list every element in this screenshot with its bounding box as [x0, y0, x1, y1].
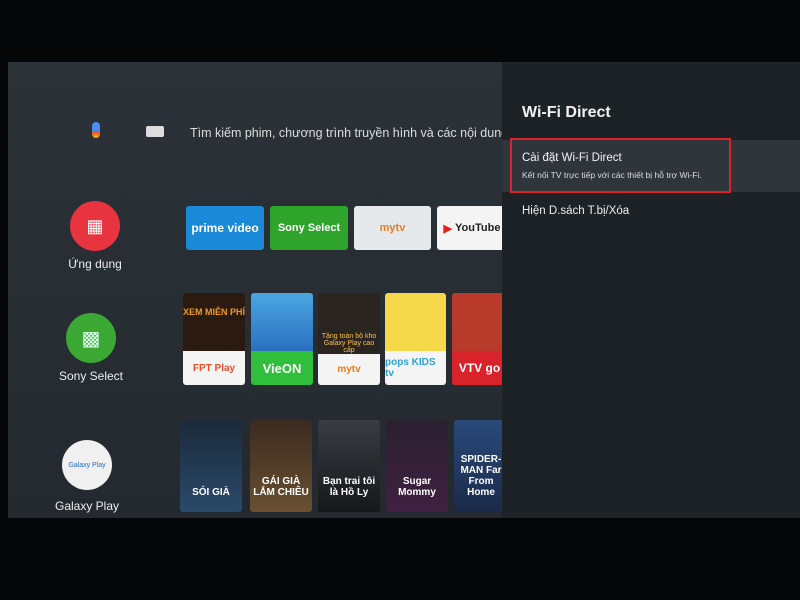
option-label: Cài đặt Wi-Fi Direct	[522, 152, 622, 164]
youtube-label: YouTube	[455, 222, 501, 234]
movie-tile[interactable]: SPIDER-MAN Far From Home	[454, 420, 508, 512]
channel-tile-fpt-play[interactable]: XEM MIỄN PHÍ FPT Play	[183, 293, 245, 385]
movie-tile[interactable]: Sugar Mommy	[386, 420, 448, 512]
sony-select-label: Sony Select	[58, 369, 124, 383]
app-tile-youtube[interactable]: ▶ YouTube	[437, 206, 507, 250]
galaxy-play-logo: Galaxy Play	[68, 461, 106, 469]
apps-label: Ứng dụng	[68, 257, 122, 271]
show-device-list-option[interactable]: Hiện D.sách T.bị/Xóa	[522, 205, 629, 217]
channel-label: VieON	[251, 351, 313, 385]
channel-label: VTV go	[452, 351, 507, 385]
app-tile-sony-select[interactable]: Sony Select	[270, 206, 348, 250]
channel-promo: XEM MIỄN PHÍ	[183, 293, 245, 351]
option-subtitle: Kết nối TV trực tiếp với các thiết bị hỗ…	[522, 170, 702, 180]
panel-title: Wi-Fi Direct	[522, 104, 611, 121]
movie-tile[interactable]: SÓI GIÀ	[180, 420, 242, 512]
apps-button[interactable]: ▦	[70, 201, 120, 251]
sony-select-button[interactable]: ▩	[66, 313, 116, 363]
sony-select-icon: ▩	[81, 327, 101, 350]
movie-tile[interactable]: GÁI GIÀ LẮM CHIÊU	[250, 420, 312, 512]
microphone-icon[interactable]	[92, 122, 100, 138]
search-input[interactable]: Tìm kiếm phim, chương trình truyền hình …	[190, 126, 505, 140]
apps-grid-icon: ▦	[86, 215, 104, 236]
galaxy-play-button[interactable]: Galaxy Play	[62, 440, 112, 490]
channel-label: FPT Play	[183, 351, 245, 385]
wifi-direct-panel: Wi-Fi Direct Cài đặt Wi-Fi Direct Kết nố…	[502, 62, 800, 518]
tv-screen: Tìm kiếm phim, chương trình truyền hình …	[8, 62, 800, 518]
channel-tile-vieon[interactable]: VieON	[251, 293, 313, 385]
app-tile-prime-video[interactable]: prime video	[186, 206, 264, 250]
channel-tile-vtv-go[interactable]: VTV go	[452, 293, 507, 385]
movie-tile[interactable]: Bạn trai tôi là Hồ Ly	[318, 420, 380, 512]
selection-highlight	[510, 138, 731, 193]
channel-tile-mytv[interactable]: Tặng toàn bộ kho Galaxy Play cao cấp mytv	[318, 293, 380, 385]
channel-tile-pops-kids[interactable]: pops KIDS tv	[385, 293, 446, 385]
app-tile-mytv[interactable]: mytv	[354, 206, 431, 250]
keyboard-icon[interactable]	[146, 126, 164, 137]
youtube-icon: ▶	[443, 222, 453, 235]
channel-label: mytv	[318, 354, 380, 385]
channel-label: pops KIDS tv	[385, 351, 446, 385]
channel-promo: Tặng toàn bộ kho Galaxy Play cao cấp	[318, 293, 380, 354]
galaxy-play-label: Galaxy Play	[54, 499, 120, 513]
